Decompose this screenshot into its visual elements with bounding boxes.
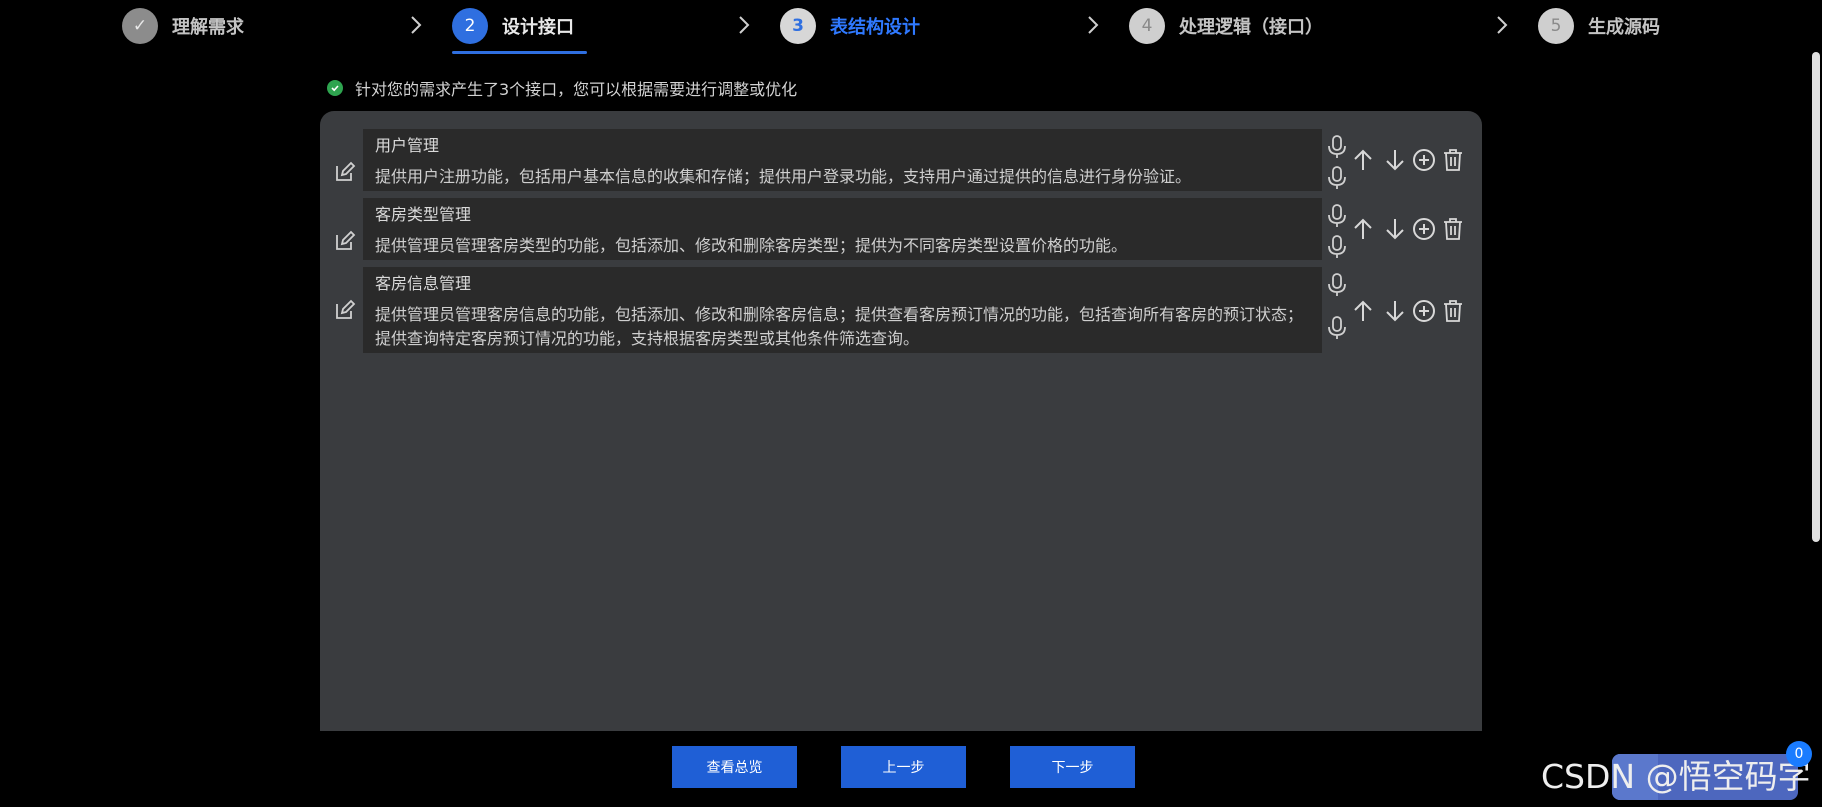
step-4-label: 处理逻辑（接口） — [1179, 17, 1323, 38]
delete-icon[interactable] — [1440, 298, 1466, 324]
move-up-icon[interactable] — [1350, 298, 1376, 324]
info-message: 针对您的需求产生了3个接口，您可以根据需要进行调整或优化 — [327, 76, 797, 100]
edit-icon[interactable] — [333, 160, 357, 184]
mic-title-icon[interactable] — [1325, 134, 1349, 160]
move-down-icon[interactable] — [1382, 147, 1408, 173]
step-5-label: 生成源码 — [1588, 17, 1660, 38]
step-table-design[interactable]: 3 表结构设计 — [780, 6, 920, 46]
interface-card: 用户管理 提供用户注册功能，包括用户基本信息的收集和存储；提供用户登录功能，支持… — [363, 129, 1322, 191]
mic-title-icon[interactable] — [1325, 203, 1349, 229]
chevron-right-icon — [411, 16, 422, 34]
notification-badge: 0 — [1786, 741, 1812, 767]
add-circle-icon[interactable] — [1411, 147, 1437, 173]
interface-title: 客房类型管理 — [375, 205, 472, 224]
interface-card: 客房信息管理 提供管理员管理客房信息的功能，包括添加、修改和删除客房信息；提供查… — [363, 267, 1322, 353]
interface-description: 提供管理员管理客房类型的功能，包括添加、修改和删除客房类型；提供为不同客房类型设… — [375, 236, 1128, 255]
add-circle-icon[interactable] — [1411, 216, 1437, 242]
footer-actions: 查看总览 上一步 下一步 — [320, 731, 1482, 807]
step-3-label: 表结构设计 — [830, 17, 920, 38]
add-circle-icon[interactable] — [1411, 298, 1437, 324]
view-overview-button[interactable]: 查看总览 — [672, 746, 797, 788]
step-4-number: 4 — [1129, 8, 1165, 44]
step-1-check-icon: ✓ — [122, 8, 158, 44]
mic-description-icon[interactable] — [1325, 315, 1349, 341]
steps-navigator: ✓ 理解需求 2 设计接口 3 表结构设计 4 处理逻辑（接口） 5 生成源码 — [0, 0, 1822, 60]
step-2-number: 2 — [452, 8, 488, 44]
delete-icon[interactable] — [1440, 147, 1466, 173]
step-understand-requirements[interactable]: ✓ 理解需求 — [122, 6, 244, 46]
mic-description-icon[interactable] — [1325, 234, 1349, 260]
interface-title: 用户管理 — [375, 136, 440, 155]
edit-icon[interactable] — [333, 298, 357, 322]
step-3-number: 3 — [780, 8, 816, 44]
step-5-number: 5 — [1538, 8, 1574, 44]
move-up-icon[interactable] — [1350, 147, 1376, 173]
step-generate-source[interactable]: 5 生成源码 — [1538, 6, 1660, 46]
interface-description: 提供管理员管理客房信息的功能，包括添加、修改和删除客房信息；提供查看客房预订情况… — [375, 305, 1304, 348]
move-up-icon[interactable] — [1350, 216, 1376, 242]
move-down-icon[interactable] — [1382, 216, 1408, 242]
info-message-text: 针对您的需求产生了3个接口，您可以根据需要进行调整或优化 — [355, 80, 798, 99]
move-down-icon[interactable] — [1382, 298, 1408, 324]
interface-card: 客房类型管理 提供管理员管理客房类型的功能，包括添加、修改和删除客房类型；提供为… — [363, 198, 1322, 260]
mic-description-icon[interactable] — [1325, 165, 1349, 191]
previous-step-button[interactable]: 上一步 — [841, 746, 966, 788]
interface-list-panel: 用户管理 提供用户注册功能，包括用户基本信息的收集和存储；提供用户登录功能，支持… — [320, 111, 1482, 731]
vertical-scrollbar[interactable] — [1812, 52, 1820, 542]
next-step-button[interactable]: 下一步 — [1010, 746, 1135, 788]
step-processing-logic[interactable]: 4 处理逻辑（接口） — [1129, 6, 1323, 46]
chevron-right-icon — [1497, 16, 1508, 34]
mic-title-icon[interactable] — [1325, 272, 1349, 298]
chevron-right-icon — [739, 16, 750, 34]
csdn-watermark: CSDN @悟空码字 — [1541, 757, 1811, 796]
success-check-icon — [327, 80, 343, 96]
interface-description: 提供用户注册功能，包括用户基本信息的收集和存储；提供用户登录功能，支持用户通过提… — [375, 167, 1192, 186]
step-1-label: 理解需求 — [172, 17, 244, 38]
step-2-label: 设计接口 — [502, 17, 574, 38]
active-step-underline — [452, 51, 587, 54]
step-design-interfaces[interactable]: 2 设计接口 — [452, 6, 574, 46]
delete-icon[interactable] — [1440, 216, 1466, 242]
chevron-right-icon — [1088, 16, 1099, 34]
edit-icon[interactable] — [333, 229, 357, 253]
interface-title: 客房信息管理 — [375, 274, 472, 293]
